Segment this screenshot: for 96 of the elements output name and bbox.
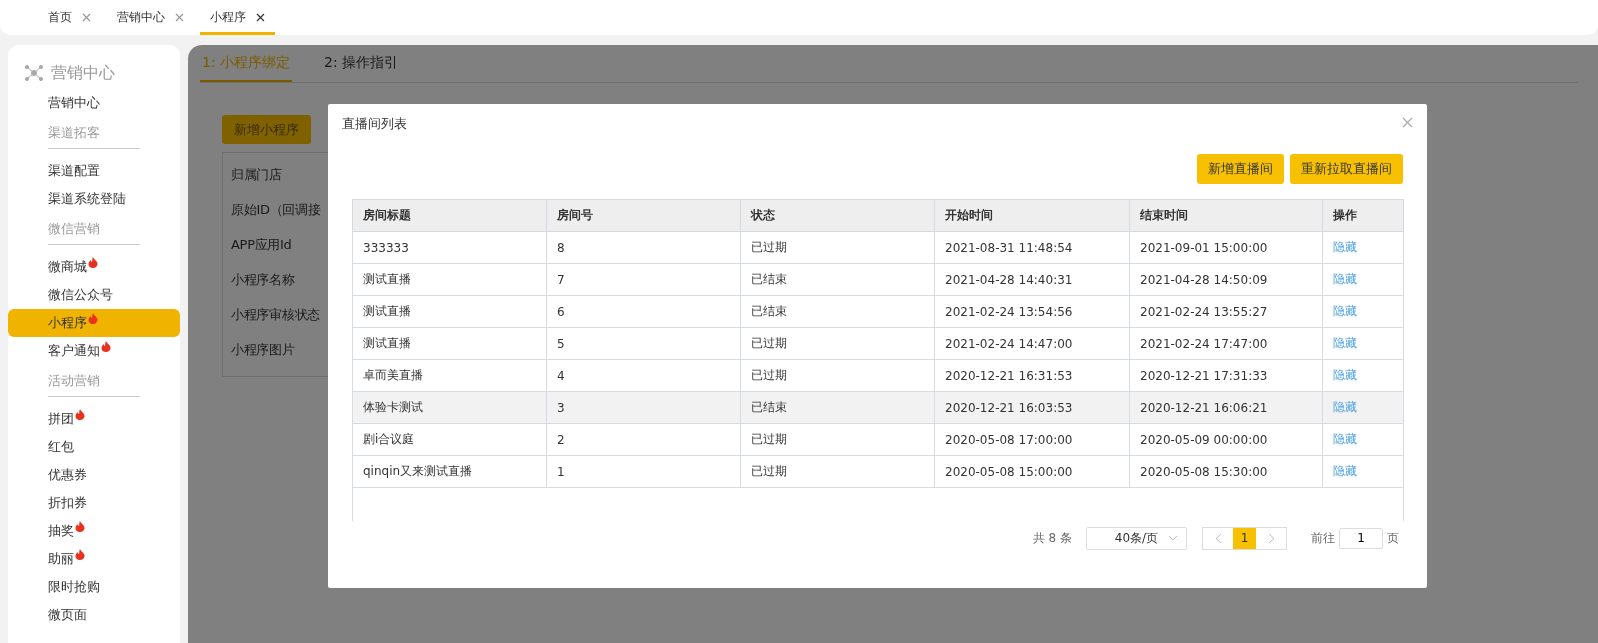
table-cell: 已过期 bbox=[741, 328, 935, 359]
step-tab[interactable]: 2: 操作指引 bbox=[322, 54, 401, 82]
table-cell: 2021-02-24 13:54:56 bbox=[935, 296, 1130, 327]
table-row[interactable]: qinqin又来测试直播 1 已过期 2020-05-08 15:00:00 2020-05-08 15:30:00 隐藏 bbox=[353, 456, 1403, 488]
sidebar-item[interactable]: 渠道系统登陆 bbox=[8, 185, 180, 213]
table-cell: 2021-09-01 15:00:00 bbox=[1130, 232, 1323, 263]
sidebar-item[interactable]: 限时抢购 bbox=[8, 573, 180, 601]
page-tab[interactable]: 首页 bbox=[38, 2, 101, 35]
section-header: 活动营销 bbox=[48, 369, 140, 397]
column-header: 房间号 bbox=[547, 200, 741, 231]
table-cell: 剧i合议庭 bbox=[353, 424, 547, 455]
column-header: 房间标题 bbox=[353, 200, 547, 231]
table-cell: 2020-12-21 16:31:53 bbox=[935, 360, 1130, 391]
sidebar-item[interactable]: 折扣券 bbox=[8, 489, 180, 517]
page-size-select[interactable]: 40条/页 bbox=[1086, 526, 1187, 550]
field-label: APP应用Id bbox=[231, 236, 292, 254]
table-cell: 2021-04-28 14:50:09 bbox=[1130, 264, 1323, 295]
table-cell: 已过期 bbox=[741, 360, 935, 391]
table-cell: 已结束 bbox=[741, 296, 935, 327]
sidebar-item[interactable]: 优惠券 bbox=[8, 461, 180, 489]
network-icon bbox=[25, 65, 43, 81]
column-header: 结束时间 bbox=[1130, 200, 1323, 231]
table-cell: 已过期 bbox=[741, 456, 935, 487]
sidebar-item[interactable]: 营销中心 bbox=[8, 89, 180, 117]
field-label: 原始ID（回调接 bbox=[231, 201, 321, 219]
page-tab[interactable]: 营销中心 bbox=[107, 2, 194, 35]
page-unit: 页 bbox=[1387, 529, 1399, 547]
sidebar-title: 营销中心 bbox=[51, 62, 115, 84]
table-cell: 2020-12-21 16:06:21 bbox=[1130, 392, 1323, 423]
field-label: 归属门店 bbox=[231, 166, 282, 184]
sidebar-item[interactable]: 客户通知 bbox=[8, 337, 180, 365]
table-cell: 2020-05-08 15:30:00 bbox=[1130, 456, 1323, 487]
table-cell: 2020-12-21 17:31:33 bbox=[1130, 360, 1323, 391]
close-icon[interactable] bbox=[256, 12, 265, 22]
sidebar-item[interactable]: 渠道配置 bbox=[8, 157, 180, 185]
table-cell: 6 bbox=[547, 296, 741, 327]
action-button[interactable]: 新增直播间 bbox=[1197, 154, 1284, 184]
table-row[interactable]: 测试直播 5 已过期 2021-02-24 14:47:00 2021-02-24 17:47:00 隐藏 bbox=[353, 328, 1403, 360]
table-cell: 333333 bbox=[353, 232, 547, 263]
goto-label: 前往 bbox=[1311, 529, 1335, 547]
page-number[interactable]: 1 bbox=[1233, 527, 1256, 549]
table-cell: 2020-05-08 15:00:00 bbox=[935, 456, 1130, 487]
table-cell: 2021-02-24 17:47:00 bbox=[1130, 328, 1323, 359]
table-cell: 2 bbox=[547, 424, 741, 455]
table-cell: 已过期 bbox=[741, 232, 935, 263]
field-label: 小程序图片 bbox=[231, 341, 295, 359]
sidebar-item[interactable]: 助丽 bbox=[8, 545, 180, 573]
table-cell: 2021-02-24 14:47:00 bbox=[935, 328, 1130, 359]
sidebar-item[interactable]: 红包 bbox=[8, 433, 180, 461]
table-cell: 2020-05-09 00:00:00 bbox=[1130, 424, 1323, 455]
chevron-right-icon bbox=[1267, 532, 1275, 544]
table-cell: 测试直播 bbox=[353, 264, 547, 295]
table-cell: 1 bbox=[547, 456, 741, 487]
table-cell: 7 bbox=[547, 264, 741, 295]
sidebar-item[interactable]: 小程序 bbox=[8, 309, 180, 337]
table-row[interactable]: 测试直播 6 已结束 2021-02-24 13:54:56 2021-02-24 13:55:27 隐藏 bbox=[353, 296, 1403, 328]
section-header: 渠道拓客 bbox=[48, 121, 140, 149]
table-cell: 卓而美直播 bbox=[353, 360, 547, 391]
table-cell: 4 bbox=[547, 360, 741, 391]
table-row[interactable]: 测试直播 7 已结束 2021-04-28 14:40:31 2021-04-28 14:50:09 隐藏 bbox=[353, 264, 1403, 296]
table-cell: 已过期 bbox=[741, 424, 935, 455]
table-cell: 2021-04-28 14:40:31 bbox=[935, 264, 1130, 295]
table-cell: 5 bbox=[547, 328, 741, 359]
action-button[interactable]: 重新拉取直播间 bbox=[1290, 154, 1403, 184]
field-label: 小程序审核状态 bbox=[231, 306, 320, 324]
table-row[interactable]: 体验卡测试 3 已结束 2020-12-21 16:03:53 2020-12-21 16:06:21 隐藏 bbox=[353, 392, 1403, 424]
table-cell: 2021-08-31 11:48:54 bbox=[935, 232, 1130, 263]
table-cell: 已结束 bbox=[741, 264, 935, 295]
table-cell: qinqin又来测试直播 bbox=[353, 456, 547, 487]
chevron-left-icon bbox=[1214, 532, 1222, 544]
dialog-title: 直播间列表 bbox=[342, 115, 407, 133]
table-cell: 2021-02-24 13:55:27 bbox=[1130, 296, 1323, 327]
sidebar-item[interactable]: 微商城 bbox=[8, 253, 180, 281]
table-cell: 3 bbox=[547, 392, 741, 423]
sidebar-item[interactable]: 拼团 bbox=[8, 405, 180, 433]
caret-icon bbox=[1168, 534, 1178, 541]
page-tab[interactable]: 小程序 bbox=[200, 2, 275, 35]
sidebar-item[interactable]: 微页面 bbox=[8, 601, 180, 629]
table-cell: 8 bbox=[547, 232, 741, 263]
total-count: 共 8 条 bbox=[1032, 529, 1072, 547]
table-row[interactable]: 333333 8 已过期 2021-08-31 11:48:54 2021-09-01 15:00:00 隐藏 bbox=[353, 232, 1403, 264]
table-cell: 2020-12-21 16:03:53 bbox=[935, 392, 1130, 423]
field-label: 小程序名称 bbox=[231, 271, 295, 289]
column-header: 开始时间 bbox=[935, 200, 1130, 231]
table-cell: 已结束 bbox=[741, 392, 935, 423]
table-cell: 体验卡测试 bbox=[353, 392, 547, 423]
column-header: 状态 bbox=[741, 200, 935, 231]
column-header: 操作 bbox=[1332, 207, 1358, 224]
section-header: 微信营销 bbox=[48, 217, 140, 245]
table-row[interactable]: 剧i合议庭 2 已过期 2020-05-08 17:00:00 2020-05-09 00:00:00 隐藏 bbox=[353, 424, 1403, 456]
page-input[interactable]: 1 bbox=[1339, 527, 1383, 549]
sidebar-item[interactable]: 微信公众号 bbox=[8, 281, 180, 309]
table-cell: 测试直播 bbox=[353, 296, 547, 327]
sidebar-item[interactable]: 抽奖 bbox=[8, 517, 180, 545]
table-cell: 2020-05-08 17:00:00 bbox=[935, 424, 1130, 455]
table-cell: 测试直播 bbox=[353, 328, 547, 359]
